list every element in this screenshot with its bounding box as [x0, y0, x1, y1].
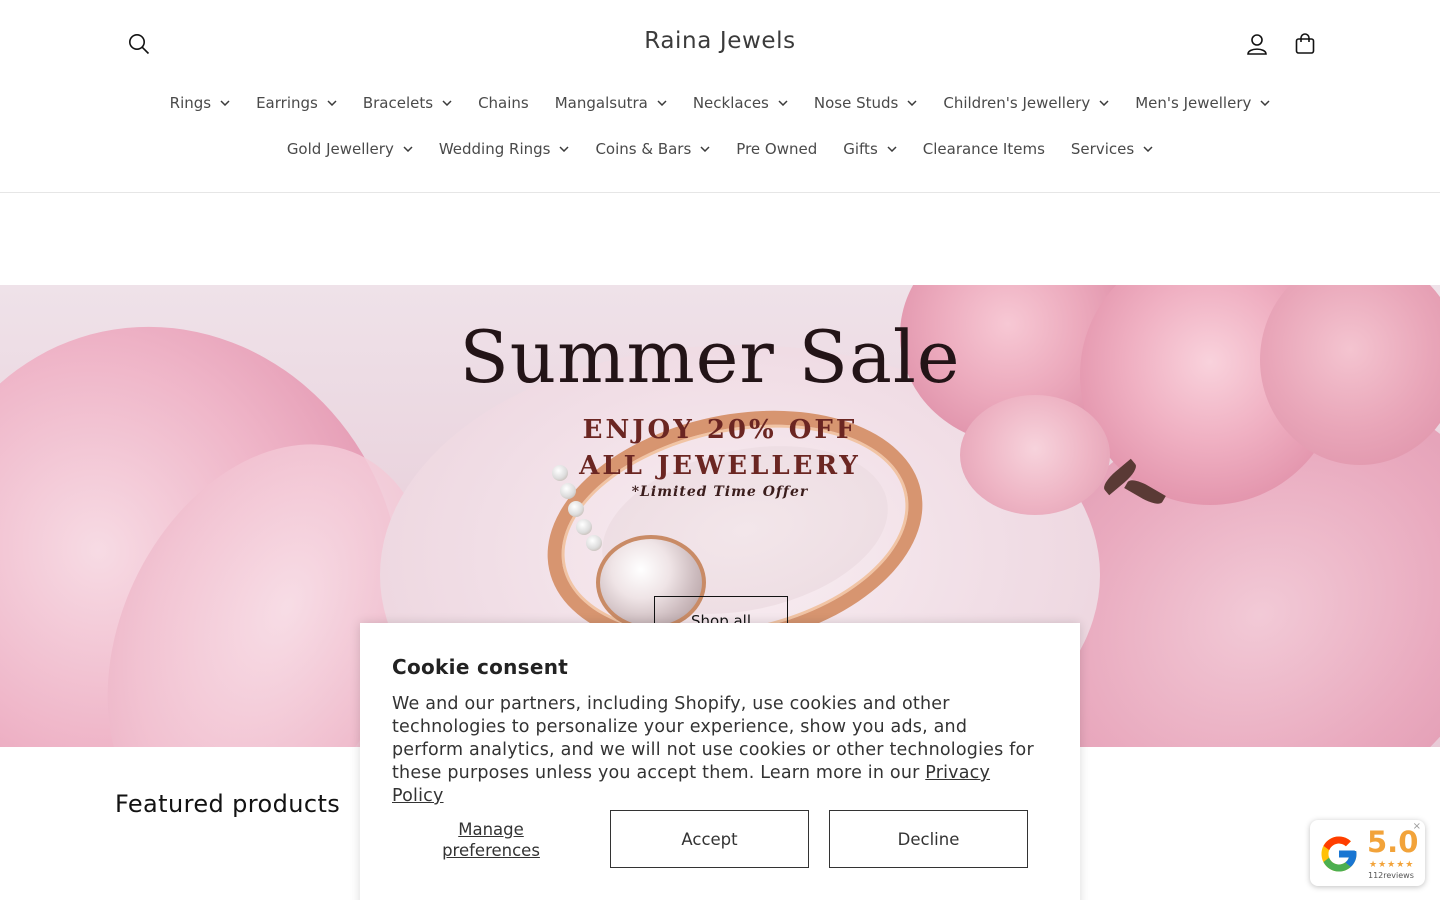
hero-offer-line-2: ALL JEWELLERY [579, 451, 861, 481]
nav-clearance-items[interactable]: Clearance Items [910, 134, 1058, 164]
nav-coins-bars[interactable]: Coins & Bars [582, 134, 723, 164]
decline-button[interactable]: Decline [829, 810, 1028, 868]
chevron-down-icon [559, 146, 569, 152]
google-reviews-badge[interactable]: 5.0 ★★★★★ 112reviews × [1310, 820, 1425, 886]
nav-bracelets[interactable]: Bracelets [350, 88, 465, 118]
chevron-down-icon [1260, 100, 1270, 106]
nav-nose-studs[interactable]: Nose Studs [801, 88, 930, 118]
hero-offer-line-1: ENJOY 20% OFF [582, 415, 858, 445]
nav-rings[interactable]: Rings [157, 88, 243, 118]
brand-logo[interactable]: Raina Jewels [0, 28, 1440, 54]
chevron-down-icon [220, 100, 230, 106]
hero-note: *Limited Time Offer [631, 484, 809, 500]
chevron-down-icon [1099, 100, 1109, 106]
nav-wedding-rings[interactable]: Wedding Rings [426, 134, 583, 164]
accept-button[interactable]: Accept [610, 810, 809, 868]
cart-icon[interactable] [1283, 22, 1327, 66]
chevron-down-icon [778, 100, 788, 106]
chevron-down-icon [907, 100, 917, 106]
rating-value: 5.0 [1367, 825, 1419, 859]
nav-gold-jewellery[interactable]: Gold Jewellery [274, 134, 426, 164]
nav-necklaces[interactable]: Necklaces [680, 88, 801, 118]
cookie-text: We and our partners, including Shopify, … [392, 693, 1042, 808]
featured-products-heading: Featured products [115, 790, 341, 818]
user-icon[interactable] [1235, 22, 1279, 66]
chevron-down-icon [887, 146, 897, 152]
site-header: Raina Jewels Rings Earrings Bracelets Ch… [0, 0, 1440, 193]
chevron-down-icon [442, 100, 452, 106]
nav-gifts[interactable]: Gifts [830, 134, 910, 164]
nav-chains[interactable]: Chains [465, 88, 542, 118]
nav-pre-owned[interactable]: Pre Owned [723, 134, 830, 164]
nav-mangalsutra[interactable]: Mangalsutra [542, 88, 680, 118]
main-nav-row-1: Rings Earrings Bracelets Chains Mangalsu… [0, 88, 1440, 118]
google-icon [1321, 836, 1357, 872]
nav-mens-jewellery[interactable]: Men's Jewellery [1122, 88, 1283, 118]
cookie-title: Cookie consent [392, 655, 569, 679]
hero-title: Summer Sale [459, 315, 961, 399]
close-icon[interactable]: × [1413, 821, 1421, 832]
review-count: 112reviews [1368, 871, 1414, 880]
chevron-down-icon [657, 100, 667, 106]
nav-services[interactable]: Services [1058, 134, 1166, 164]
star-rating-icon: ★★★★★ [1369, 860, 1415, 870]
chevron-down-icon [1143, 146, 1153, 152]
chevron-down-icon [327, 100, 337, 106]
nav-childrens-jewellery[interactable]: Children's Jewellery [930, 88, 1122, 118]
chevron-down-icon [403, 146, 413, 152]
chevron-down-icon [700, 146, 710, 152]
cookie-consent-dialog: Cookie consent We and our partners, incl… [360, 623, 1080, 900]
manage-preferences-link[interactable]: Manage preferences [416, 819, 566, 861]
main-nav-row-2: Gold Jewellery Wedding Rings Coins & Bar… [0, 134, 1440, 164]
nav-earrings[interactable]: Earrings [243, 88, 350, 118]
